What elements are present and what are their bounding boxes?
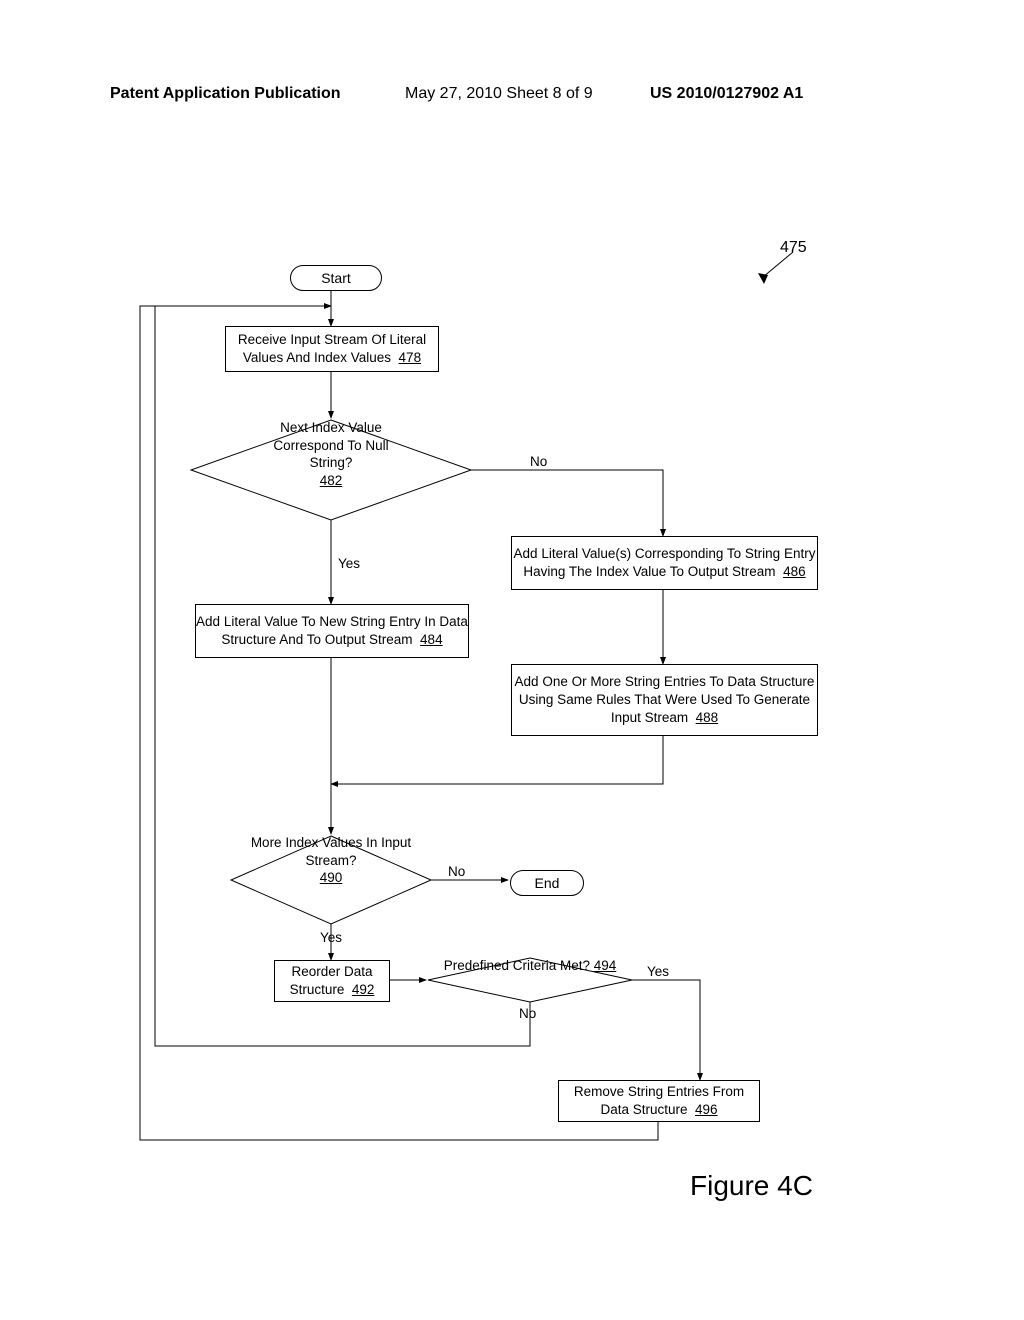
process-486-ref: 486: [783, 564, 806, 579]
decision-490-ref: 490: [320, 870, 343, 885]
edge-482-yes: Yes: [338, 556, 360, 571]
process-484: Add Literal Value To New String Entry In…: [195, 604, 469, 658]
process-496-ref: 496: [695, 1102, 718, 1117]
edge-494-yes: Yes: [647, 964, 669, 979]
edge-490-yes: Yes: [320, 930, 342, 945]
end-terminal: End: [510, 870, 584, 896]
decision-482: Next Index Value Correspond To Null Stri…: [251, 419, 411, 489]
flowchart-lines: [0, 0, 1024, 1320]
header-date-sheet: May 27, 2010 Sheet 8 of 9: [405, 85, 593, 103]
edge-490-no: No: [448, 864, 465, 879]
process-478-ref: 478: [399, 350, 422, 365]
patent-figure-page: Patent Application Publication May 27, 2…: [0, 0, 1024, 1320]
process-492: Reorder Data Structure 492: [274, 960, 390, 1002]
process-496-text: Remove String Entries From Data Structur…: [574, 1084, 744, 1117]
decision-482-ref: 482: [320, 473, 343, 488]
process-486-text: Add Literal Value(s) Corresponding To St…: [514, 546, 816, 579]
edge-494-no: No: [519, 1006, 536, 1021]
start-terminal: Start: [290, 265, 382, 291]
decision-490: More Index Values In Input Stream? 490: [241, 834, 421, 887]
header-pubnumber: US 2010/0127902 A1: [650, 85, 803, 103]
edge-482-no: No: [530, 454, 547, 469]
process-488: Add One Or More String Entries To Data S…: [511, 664, 818, 736]
process-486: Add Literal Value(s) Corresponding To St…: [511, 536, 818, 590]
process-492-ref: 492: [352, 982, 375, 997]
decision-494-ref: 494: [594, 958, 617, 973]
process-496: Remove String Entries From Data Structur…: [558, 1080, 760, 1122]
process-478: Receive Input Stream Of Literal Values A…: [225, 326, 439, 372]
decision-482-text: Next Index Value Correspond To Null Stri…: [273, 420, 388, 470]
process-488-text: Add One Or More String Entries To Data S…: [515, 674, 815, 725]
decision-494: Predefined Criteria Met? 494: [428, 957, 632, 975]
figure-reference-number: 475: [780, 239, 807, 257]
decision-490-text: More Index Values In Input Stream?: [251, 835, 411, 868]
figure-label: Figure 4C: [690, 1170, 813, 1202]
process-484-ref: 484: [420, 632, 443, 647]
process-488-ref: 488: [696, 710, 719, 725]
decision-494-text: Predefined Criteria Met?: [444, 958, 590, 973]
header-publication: Patent Application Publication: [110, 85, 341, 103]
